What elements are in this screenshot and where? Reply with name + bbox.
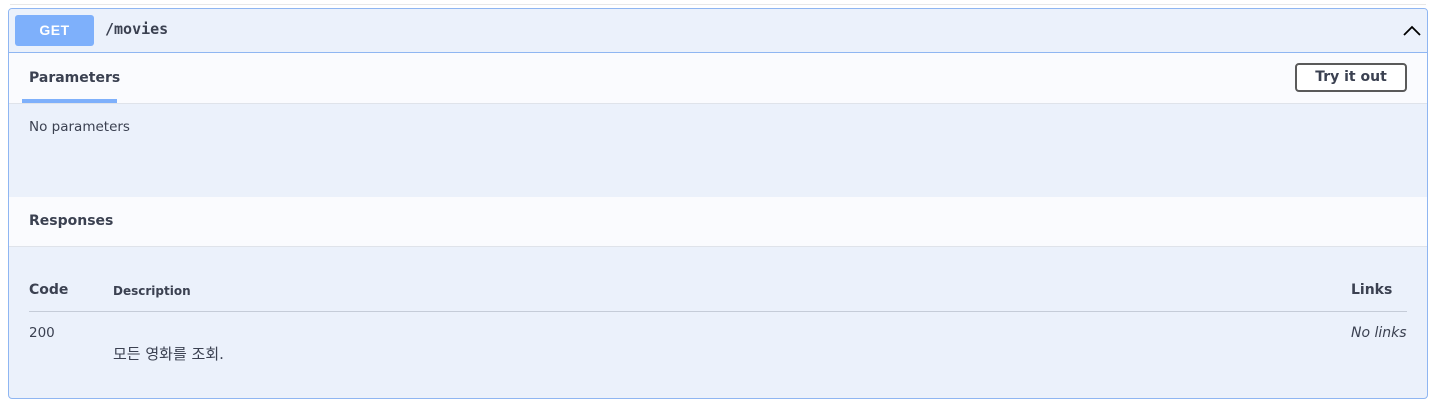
table-header-divider	[29, 311, 1407, 312]
no-parameters-text: No parameters	[29, 119, 130, 135]
http-method-badge: GET	[15, 15, 94, 46]
try-it-out-button[interactable]: Try it out	[1295, 63, 1407, 92]
tab-parameters[interactable]: Parameters	[29, 70, 120, 86]
top-divider	[10, 4, 1426, 5]
parameters-header: Parameters Try it out	[9, 53, 1427, 104]
responses-title: Responses	[29, 213, 114, 229]
responses-header: Responses	[9, 197, 1427, 247]
operation-summary[interactable]: GET /movies	[9, 9, 1427, 53]
response-description: 모든 영화를 조회.	[113, 345, 224, 363]
chevron-up-icon[interactable]	[1402, 21, 1422, 41]
operation-block: GET /movies Parameters Try it out No par…	[8, 8, 1428, 399]
response-code: 200	[29, 325, 55, 341]
tab-active-indicator	[22, 99, 117, 103]
endpoint-path: /movies	[105, 20, 169, 38]
column-header-description: Description	[113, 284, 191, 298]
response-links: No links	[1351, 325, 1407, 341]
column-header-code: Code	[29, 282, 69, 298]
column-header-links: Links	[1351, 282, 1393, 298]
